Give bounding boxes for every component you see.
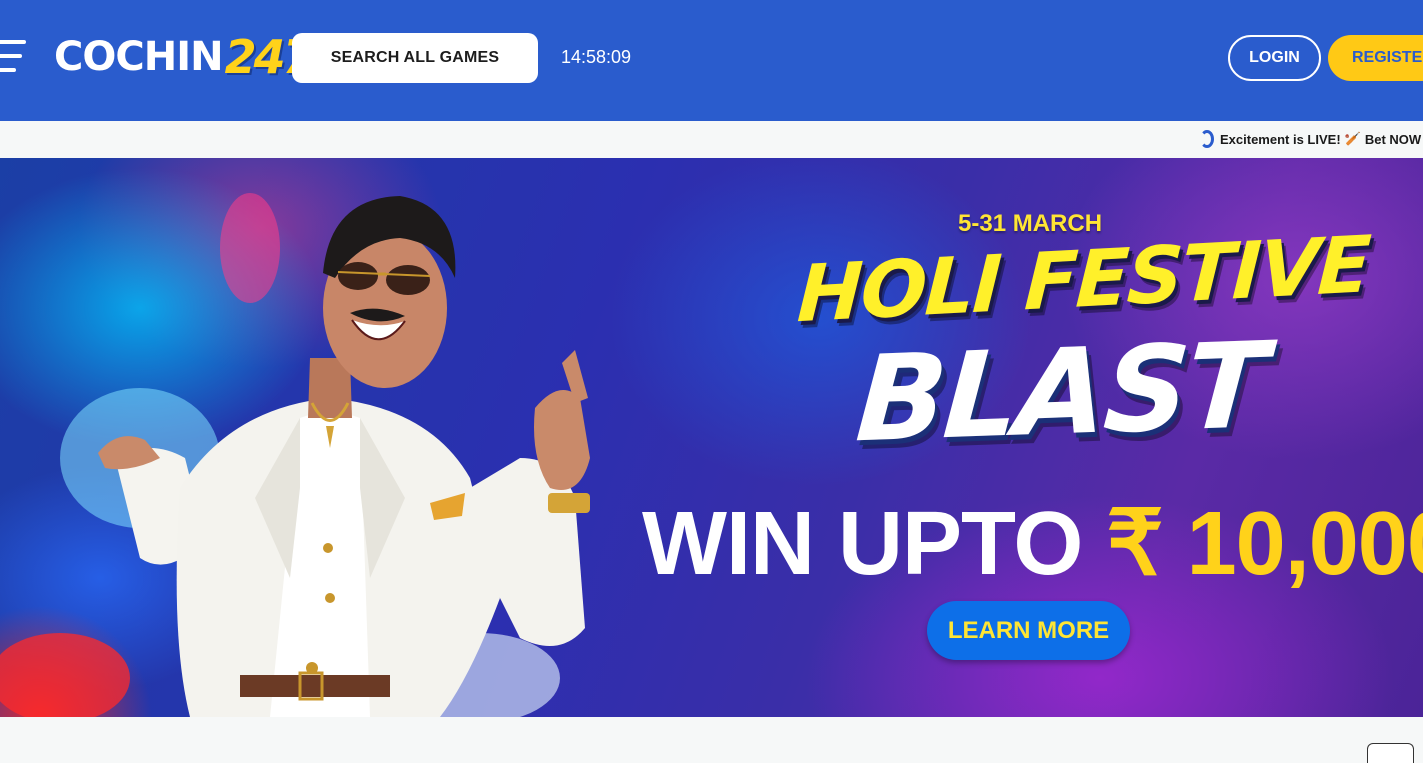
win-prefix: WIN UPTO	[642, 494, 1107, 594]
spinner-icon	[1200, 130, 1214, 148]
win-amount: ₹ 10,000	[1106, 494, 1423, 594]
register-button[interactable]: REGISTER	[1328, 35, 1423, 81]
promo-person-image	[0, 193, 590, 717]
learn-more-button[interactable]: LEARN MORE	[927, 601, 1130, 660]
content-area	[0, 717, 1423, 763]
login-button[interactable]: LOGIN	[1228, 35, 1321, 81]
search-all-games-button[interactable]: SEARCH ALL GAMES	[292, 33, 538, 83]
promo-banner[interactable]: 5-31 MARCH HOLI FESTIVE BLAST WIN UPTO ₹…	[0, 158, 1423, 717]
ticker-content: Excitement is LIVE! 🏏 Bet NOW and	[1200, 130, 1423, 148]
clock-time: 14:58:09	[561, 47, 632, 67]
scroll-to-top-button[interactable]	[1367, 743, 1414, 763]
logo-word: COCHIN	[54, 34, 224, 80]
announcement-ticker: Excitement is LIVE! 🏏 Bet NOW and	[0, 121, 1423, 158]
promo-win-text: WIN UPTO ₹ 10,000	[642, 491, 1423, 596]
ticker-text-1: Excitement is LIVE!	[1220, 131, 1341, 147]
site-logo[interactable]: COCHIN 247	[54, 30, 315, 84]
promo-date: 5-31 MARCH	[958, 210, 1103, 237]
promo-headline-blast: BLAST	[852, 315, 1269, 469]
top-header: COCHIN 247 SEARCH ALL GAMES 14:58:09 LOG…	[0, 0, 1423, 121]
menu-icon[interactable]	[0, 40, 28, 74]
cricket-bat-icon: 🏏	[1344, 131, 1361, 146]
ticker-text-2: Bet NOW and	[1364, 131, 1423, 147]
